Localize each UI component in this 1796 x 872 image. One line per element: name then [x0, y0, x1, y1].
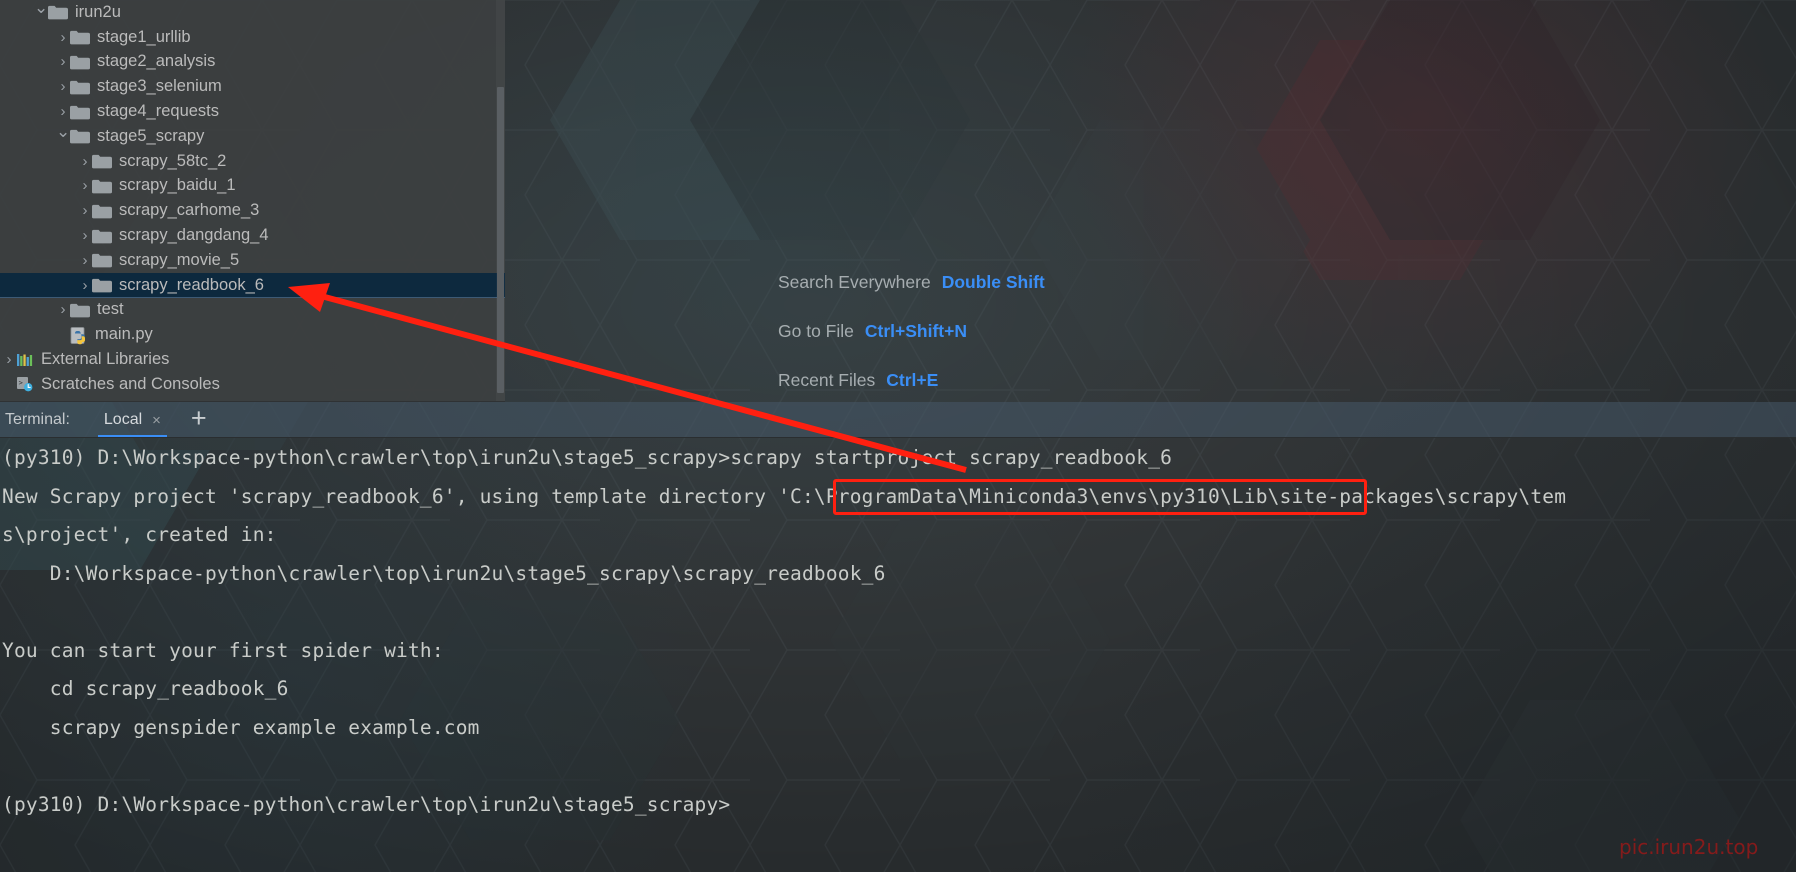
terminal-line: cd scrapy_readbook_6 [2, 677, 289, 700]
chevron-right-icon[interactable]: › [56, 103, 70, 120]
tree-item-scrapy-baidu-1[interactable]: › scrapy_baidu_1 [0, 174, 505, 199]
chevron-right-icon[interactable]: › [78, 202, 92, 219]
tree-item-label: stage2_analysis [97, 52, 216, 71]
ide-window: ⌄ irun2u › stage1_urllib › stage2_analysis › st… [0, 0, 1796, 872]
tree-item-label: stage5_scrapy [97, 126, 205, 145]
red-highlight-box-around-command [833, 479, 1367, 515]
tree-item-scrapy-dangdang-4[interactable]: › scrapy_dangdang_4 [0, 223, 505, 248]
terminal-line: (py310) D:\Workspace-python\crawler\top\… [2, 446, 1173, 469]
editor-hint-name: Recent Files [778, 370, 876, 390]
chevron-right-icon[interactable]: › [56, 78, 70, 95]
chevron-right-icon[interactable]: › [56, 301, 70, 318]
tree-item-label: scrapy_58tc_2 [119, 151, 227, 170]
editor-hint-name: Search Everywhere [778, 272, 931, 292]
tree-item-label: irun2u [75, 2, 121, 21]
editor-hint-row: Recent Files Ctrl+E [778, 356, 1208, 405]
terminal-tab-local[interactable]: Local × [97, 402, 167, 438]
tree-item-stage1-urllib[interactable]: › stage1_urllib [0, 25, 505, 50]
tree-item-label: main.py [95, 325, 153, 344]
terminal-line: s\project', created in: [2, 523, 277, 546]
folder-icon [70, 80, 90, 95]
chevron-right-icon[interactable]: › [56, 29, 70, 46]
terminal-label: Terminal: [5, 411, 70, 428]
project-tree-panel[interactable]: ⌄ irun2u › stage1_urllib › stage2_analysis › st… [0, 0, 505, 402]
terminal-line: (py310) D:\Workspace-python\crawler\top\… [2, 792, 731, 816]
tree-item-label: scrapy_carhome_3 [119, 201, 260, 220]
library-icon [16, 352, 34, 368]
chevron-right-icon[interactable]: › [78, 252, 92, 269]
tree-item-label: stage3_selenium [97, 77, 222, 96]
terminal-tool-window-header: Terminal: Local × + [0, 402, 1796, 438]
tree-item-label: scrapy_baidu_1 [119, 176, 236, 195]
tree-item-label: stage1_urllib [97, 27, 191, 46]
editor-hint-name: Go to File [778, 321, 854, 341]
chevron-down-icon[interactable]: ⌄ [56, 122, 70, 142]
tree-item-stage3-selenium[interactable]: › stage3_selenium [0, 74, 505, 99]
tree-item-scrapy-movie-5[interactable]: › scrapy_movie_5 [0, 248, 505, 273]
project-tree-scrollbar-thumb[interactable] [497, 87, 504, 393]
folder-icon [92, 204, 112, 219]
tree-item-stage4-requests[interactable]: › stage4_requests [0, 99, 505, 124]
chevron-right-icon[interactable]: › [2, 351, 16, 368]
python-file-icon [70, 326, 88, 345]
terminal-tab-label: Local [103, 411, 143, 428]
editor-hint-shortcut: Ctrl+E [886, 370, 939, 390]
tree-item-label: Scratches and Consoles [41, 374, 220, 393]
terminal-line: You can start your first spider with: [2, 638, 444, 662]
editor-shortcut-hints: Search Everywhere Double Shift Go to File C… [778, 258, 1208, 405]
chevron-right-icon[interactable]: › [78, 177, 92, 194]
plus-icon[interactable]: + [191, 404, 207, 432]
editor-hint-shortcut: Double Shift [941, 272, 1045, 292]
close-icon[interactable]: × [152, 412, 161, 429]
tree-item-irun2u[interactable]: ⌄ irun2u [0, 0, 505, 25]
chevron-right-icon[interactable]: › [78, 153, 92, 170]
tree-item-label: stage4_requests [97, 102, 220, 121]
folder-icon [92, 154, 112, 169]
tree-item-scratches-and-consoles[interactable]: ›>Scratches and Consoles [0, 372, 505, 397]
folder-icon [92, 179, 112, 194]
folder-icon [70, 303, 90, 318]
editor-hint-shortcut: Ctrl+Shift+N [864, 321, 967, 341]
tree-item-stage5-scrapy[interactable]: ⌄ stage5_scrapy [0, 122, 505, 149]
scratches-icon: > [16, 376, 34, 392]
chevron-right-icon[interactable]: › [78, 227, 92, 244]
chevron-down-icon[interactable]: ⌄ [34, 0, 48, 18]
tree-item-label: External Libraries [41, 350, 170, 369]
folder-icon [92, 229, 112, 243]
tree-item-stage2-analysis[interactable]: › stage2_analysis [0, 50, 505, 75]
folder-icon [70, 55, 90, 70]
tree-item-label: scrapy_readbook_6 [119, 275, 264, 294]
terminal-line: scrapy genspider example example.com [2, 715, 480, 739]
tree-item-label: scrapy_movie_5 [119, 250, 240, 269]
svg-text:>: > [19, 379, 23, 387]
tree-item-external-libraries[interactable]: › External Libraries [0, 347, 505, 372]
tree-item-test[interactable]: › test [0, 298, 505, 323]
tree-item-label: scrapy_dangdang_4 [119, 226, 269, 245]
editor-hint-row: Go to File Ctrl+Shift+N [778, 307, 1208, 356]
folder-icon [48, 5, 68, 20]
tree-item-label: test [97, 300, 124, 319]
terminal-line: D:\Workspace-python\crawler\top\irun2u\s… [2, 561, 886, 585]
folder-icon [92, 253, 112, 268]
editor-hint-row: Search Everywhere Double Shift [778, 258, 1208, 307]
tree-item-main-py[interactable]: ›main.py [0, 322, 505, 347]
folder-icon [70, 105, 90, 119]
chevron-right-icon[interactable]: › [56, 53, 70, 70]
chevron-right-icon[interactable]: › [78, 277, 92, 294]
folder-icon [70, 30, 90, 45]
tree-item-scrapy-58tc-2[interactable]: › scrapy_58tc_2 [0, 149, 505, 174]
tree-item-scrapy-readbook-6[interactable]: › scrapy_readbook_6 [0, 272, 505, 298]
tree-item-scrapy-carhome-3[interactable]: › scrapy_carhome_3 [0, 198, 505, 223]
watermark: pic.irun2u.top [1619, 835, 1759, 859]
folder-icon [92, 278, 112, 293]
folder-icon [70, 129, 90, 144]
